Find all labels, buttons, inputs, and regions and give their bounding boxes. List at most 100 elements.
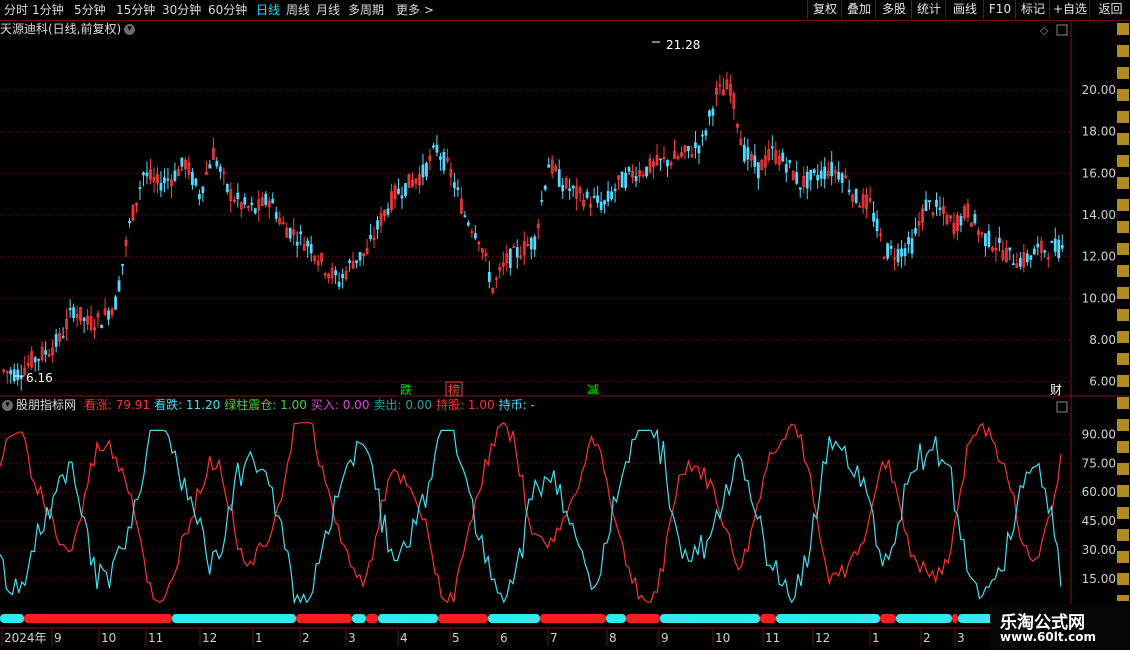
candle-body [236,192,240,200]
side-strip-block [1117,573,1129,585]
price-tick-label: 12.00 [1082,250,1116,264]
candle-body [397,188,400,194]
candle-body [1053,238,1057,252]
candle-body [886,243,889,259]
candle-body [910,238,914,254]
candle-body [543,185,547,190]
price-tick-label: 8.00 [1089,333,1116,347]
chart-canvas[interactable]: 2024年 9 10 11 12 1 2 3 4 5 6 7 8 9 10 11 12 1 2 3 20.0018.0… [0,0,1130,650]
candle-body [533,236,537,250]
candle-body [194,178,198,186]
event-marker-label: 财 [1050,383,1062,397]
time-tick-label: 2 [302,631,310,645]
side-strip-block [1117,529,1129,541]
candle-body [788,160,792,163]
candle-body [1029,255,1033,260]
side-strip-block [1117,89,1129,101]
diamond-icon[interactable]: ◇ [1040,24,1049,37]
time-tick-label: 7 [550,631,558,645]
time-tick-label: 9 [661,631,669,645]
indicator-lines[interactable] [0,421,1062,605]
time-tick-label: 11 [148,631,163,645]
hold-stock-segment [880,614,896,623]
candle-body [935,199,938,207]
side-strip-block [1117,177,1129,189]
candle-body [903,248,907,257]
candle-body [896,248,900,263]
candle-body [701,134,704,137]
event-markers[interactable]: 跌榜减财 [398,381,1064,397]
candle-body [19,375,23,379]
candle-body [271,198,275,204]
candle-body [358,252,362,261]
candle-body [805,171,809,189]
candle-body [439,156,442,160]
hold-cash-segment [378,614,438,623]
candle-body [466,222,470,226]
candle-body [348,260,351,263]
candle-body [781,152,785,162]
candle-body [404,183,407,196]
side-strip-block [1117,265,1129,277]
candle-body [659,158,662,161]
candle-body [107,310,110,320]
indicator-panel-toggle-icon[interactable] [1056,401,1068,413]
candle-body [250,202,254,206]
candle-body [592,195,596,198]
candle-body [274,212,278,219]
candle-body [1060,244,1064,249]
candle-body [487,271,491,282]
candle-body [1043,250,1047,253]
candle-body [37,358,41,361]
candle-body [620,171,624,188]
hold-cash-segment [0,614,24,623]
candle-body [875,218,879,232]
candle-body [288,227,292,239]
candle-body [837,171,841,180]
candle-body [900,248,903,257]
candle-body [180,157,184,167]
candle-body [72,307,76,319]
candle-body [128,220,131,224]
candle-body [432,145,435,148]
panel-toggle-icon[interactable] [1056,24,1068,36]
candle-body [369,235,372,239]
candle-body [987,230,991,247]
time-tick-label: 1 [872,631,880,645]
indicator-tick-label: 75.00 [1082,456,1116,470]
candle-body [540,200,544,202]
candle-body [914,228,917,234]
candle-body [442,152,446,171]
candle-body [746,147,750,160]
candle-body [938,207,942,210]
side-strip-block [1117,485,1129,497]
candle-body [68,308,72,311]
candle-body [117,280,121,292]
time-tick-label: 12 [202,631,217,645]
event-marker-label: 跌 [400,382,412,397]
hold-stock-segment [952,614,958,623]
bearish-line [0,428,1062,605]
candle-body [473,233,477,239]
side-strip-block [1117,463,1129,475]
candle-body [253,208,257,214]
candle-body [138,187,142,190]
side-strip-block [1117,133,1129,145]
candle-body [798,187,802,190]
holding-status-bar [0,614,1064,623]
candle-body [208,164,212,169]
right-side-ticker-strip [1113,21,1130,601]
candle-body [973,213,977,224]
candle-body [163,177,166,184]
side-strip-block [1117,155,1129,167]
candle-body [376,220,379,230]
candle-body [819,170,823,179]
candle-body [9,370,13,375]
candle-body [264,193,268,205]
candle-body [61,336,65,338]
candle-body [1025,253,1029,263]
time-tick-label: 12 [815,631,830,645]
candlestick-series[interactable] [2,71,1064,391]
side-strip-block [1117,221,1129,233]
time-tick-label: 3 [957,631,965,645]
